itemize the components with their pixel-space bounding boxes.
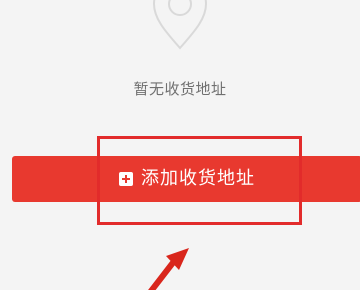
address-page: 暂无收货地址 添加收货地址 (0, 0, 360, 290)
pointer-arrow-icon (148, 248, 189, 290)
empty-address-text: 暂无收货地址 (133, 80, 227, 98)
add-address-button[interactable]: 添加收货地址 (12, 156, 360, 202)
location-pin-icon (152, 0, 208, 50)
plus-square-icon (119, 172, 133, 186)
add-address-label: 添加收货地址 (141, 168, 255, 189)
empty-address-state: 暂无收货地址 (0, 0, 360, 120)
